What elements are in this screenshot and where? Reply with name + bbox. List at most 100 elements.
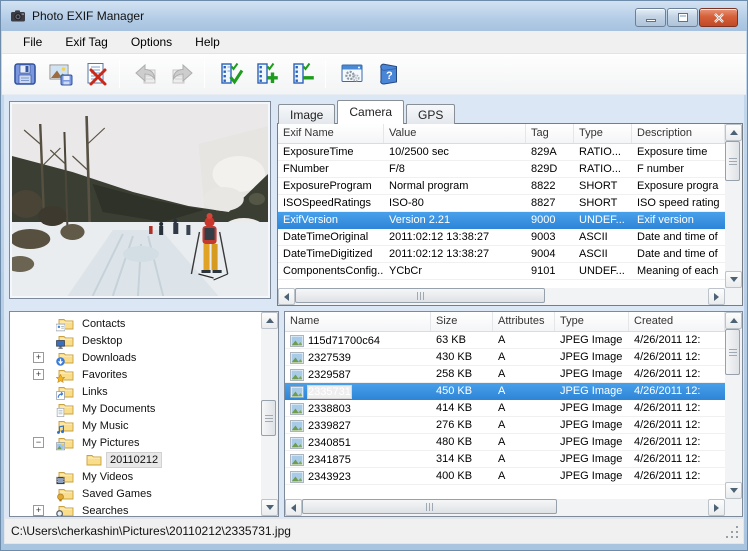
help-icon[interactable]: ? — [372, 58, 404, 90]
file-row-2343923[interactable]: 2343923400 KBAJPEG Image4/26/2011 12: — [285, 468, 725, 485]
exif-cell-tag: 8827 — [526, 195, 574, 211]
scroll-up-button[interactable] — [725, 312, 742, 329]
validate-exif-icon[interactable] — [215, 58, 247, 90]
tree-vertical-scrollbar[interactable] — [261, 312, 278, 516]
jpeg-file-icon — [290, 437, 304, 449]
tab-image[interactable]: Image — [278, 104, 335, 124]
tree-item-my-documents[interactable]: My Documents — [10, 400, 261, 417]
expand-plus-icon[interactable]: + — [33, 352, 44, 363]
file-cell-name: 2335731 — [285, 383, 431, 399]
exif-row-fnumber[interactable]: FNumberF/8829DRATIO...F number — [278, 161, 725, 178]
scroll-left-button[interactable] — [278, 288, 295, 305]
scroll-left-button[interactable] — [285, 499, 302, 516]
scroll-right-button[interactable] — [708, 288, 725, 305]
file-row-115d71700c64[interactable]: 115d71700c6463 KBAJPEG Image4/26/2011 12… — [285, 332, 725, 349]
exif-row-exposureprogram[interactable]: ExposureProgramNormal program8822SHORTEx… — [278, 178, 725, 195]
add-exif-tag-icon[interactable] — [251, 58, 283, 90]
thumb-grip-icon — [729, 349, 737, 356]
tree-item-downloads[interactable]: +Downloads — [10, 349, 261, 366]
tree-item-desktop[interactable]: Desktop — [10, 332, 261, 349]
title-bar[interactable]: Photo EXIF Manager — [1, 1, 747, 31]
tab-gps[interactable]: GPS — [406, 104, 455, 124]
file-row-2335731[interactable]: 2335731450 KBAJPEG Image4/26/2011 12: — [285, 383, 725, 400]
exif-row-exposuretime[interactable]: ExposureTime10/2500 sec829ARATIO...Expos… — [278, 144, 725, 161]
exif-cell-value: YCbCr — [384, 263, 526, 279]
expand-plus-icon[interactable]: + — [33, 369, 44, 380]
column-header-tag[interactable]: Tag — [526, 124, 574, 143]
collapse-minus-icon[interactable]: − — [33, 437, 44, 448]
exif-row-datetimedigitized[interactable]: DateTimeDigitized2011:02:12 13:38:279004… — [278, 246, 725, 263]
links-folder-icon — [58, 385, 75, 399]
scroll-down-button[interactable] — [725, 482, 742, 499]
file-row-2339827[interactable]: 2339827276 KBAJPEG Image4/26/2011 12: — [285, 417, 725, 434]
scroll-thumb[interactable] — [302, 499, 557, 514]
file-cell-created: 4/26/2011 12: — [629, 383, 725, 399]
exif-row-exifversion[interactable]: ExifVersionVersion 2.219000UNDEF...Exif … — [278, 212, 725, 229]
exif-cell-type: RATIO... — [574, 161, 632, 177]
tree-item-my-music[interactable]: My Music — [10, 417, 261, 434]
menu-item-options[interactable]: Options — [121, 32, 182, 52]
column-header-description[interactable]: Description — [632, 124, 725, 143]
videos-folder-icon — [58, 470, 75, 484]
scroll-thumb[interactable] — [295, 288, 545, 303]
next-image-icon[interactable] — [166, 58, 198, 90]
scroll-up-button[interactable] — [725, 124, 742, 141]
exif-row-datetimeoriginal[interactable]: DateTimeOriginal2011:02:12 13:38:279003A… — [278, 229, 725, 246]
tree-item-my-videos[interactable]: My Videos — [10, 468, 261, 485]
scroll-thumb[interactable] — [725, 329, 740, 375]
maximize-button[interactable] — [667, 8, 698, 27]
column-header-exif-name[interactable]: Exif Name — [278, 124, 384, 143]
tree-item-label: Contacts — [79, 317, 128, 331]
remove-exif-tag-icon[interactable] — [287, 58, 319, 90]
tree-item-saved-games[interactable]: Saved Games — [10, 485, 261, 502]
exif-vertical-scrollbar[interactable] — [725, 124, 742, 288]
file-list-rows: 115d71700c6463 KBAJPEG Image4/26/2011 12… — [285, 332, 725, 499]
tree-item-label: 20110212 — [107, 453, 161, 467]
file-row-2327539[interactable]: 2327539430 KBAJPEG Image4/26/2011 12: — [285, 349, 725, 366]
files-horizontal-scrollbar[interactable] — [285, 499, 725, 516]
menu-item-help[interactable]: Help — [185, 32, 230, 52]
column-header-size[interactable]: Size — [431, 312, 493, 331]
exif-row-componentsconfig-[interactable]: ComponentsConfig...YCbCr9101UNDEF...Mean… — [278, 263, 725, 280]
column-header-type[interactable]: Type — [574, 124, 632, 143]
file-row-2329587[interactable]: 2329587258 KBAJPEG Image4/26/2011 12: — [285, 366, 725, 383]
column-header-created[interactable]: Created — [629, 312, 725, 331]
menu-item-file[interactable]: File — [13, 32, 52, 52]
resize-grip[interactable] — [726, 526, 740, 540]
tree-item-searches[interactable]: +Searches — [10, 502, 261, 516]
menu-item-exif-tag[interactable]: Exif Tag — [55, 32, 117, 52]
column-header-value[interactable]: Value — [384, 124, 526, 143]
scroll-thumb[interactable] — [261, 400, 276, 436]
column-header-name[interactable]: Name — [285, 312, 431, 331]
tree-item-my-pictures[interactable]: −My Pictures — [10, 434, 261, 451]
minimize-button[interactable] — [635, 8, 666, 27]
tree-item-favorites[interactable]: +Favorites — [10, 366, 261, 383]
scroll-thumb[interactable] — [725, 141, 740, 181]
save-image-icon[interactable] — [45, 58, 77, 90]
exif-horizontal-scrollbar[interactable] — [278, 288, 725, 305]
tree-item-links[interactable]: Links — [10, 383, 261, 400]
tab-camera[interactable]: Camera — [337, 100, 404, 124]
tree-item-contacts[interactable]: Contacts — [10, 315, 261, 332]
scroll-right-button[interactable] — [708, 499, 725, 516]
column-header-attributes[interactable]: Attributes — [493, 312, 555, 331]
file-row-2340851[interactable]: 2340851480 KBAJPEG Image4/26/2011 12: — [285, 434, 725, 451]
file-row-2338803[interactable]: 2338803414 KBAJPEG Image4/26/2011 12: — [285, 400, 725, 417]
exif-cell-name: ISOSpeedRatings — [278, 195, 384, 211]
close-button[interactable] — [699, 8, 738, 27]
file-cell-size: 480 KB — [431, 434, 493, 450]
scroll-up-button[interactable] — [261, 312, 278, 329]
delete-exif-tags-icon[interactable] — [81, 58, 113, 90]
files-vertical-scrollbar[interactable] — [725, 312, 742, 499]
options-icon[interactable] — [336, 58, 368, 90]
scroll-down-button[interactable] — [725, 271, 742, 288]
file-cell-name: 2338803 — [285, 400, 431, 416]
save-exif-icon[interactable] — [9, 58, 41, 90]
column-header-type[interactable]: Type — [555, 312, 629, 331]
file-row-2341875[interactable]: 2341875314 KBAJPEG Image4/26/2011 12: — [285, 451, 725, 468]
previous-image-icon[interactable] — [130, 58, 162, 90]
exif-row-isospeedratings[interactable]: ISOSpeedRatingsISO-808827SHORTISO speed … — [278, 195, 725, 212]
scroll-down-button[interactable] — [261, 499, 278, 516]
expand-plus-icon[interactable]: + — [33, 505, 44, 516]
tree-item-20110212[interactable]: 20110212 — [10, 451, 261, 468]
